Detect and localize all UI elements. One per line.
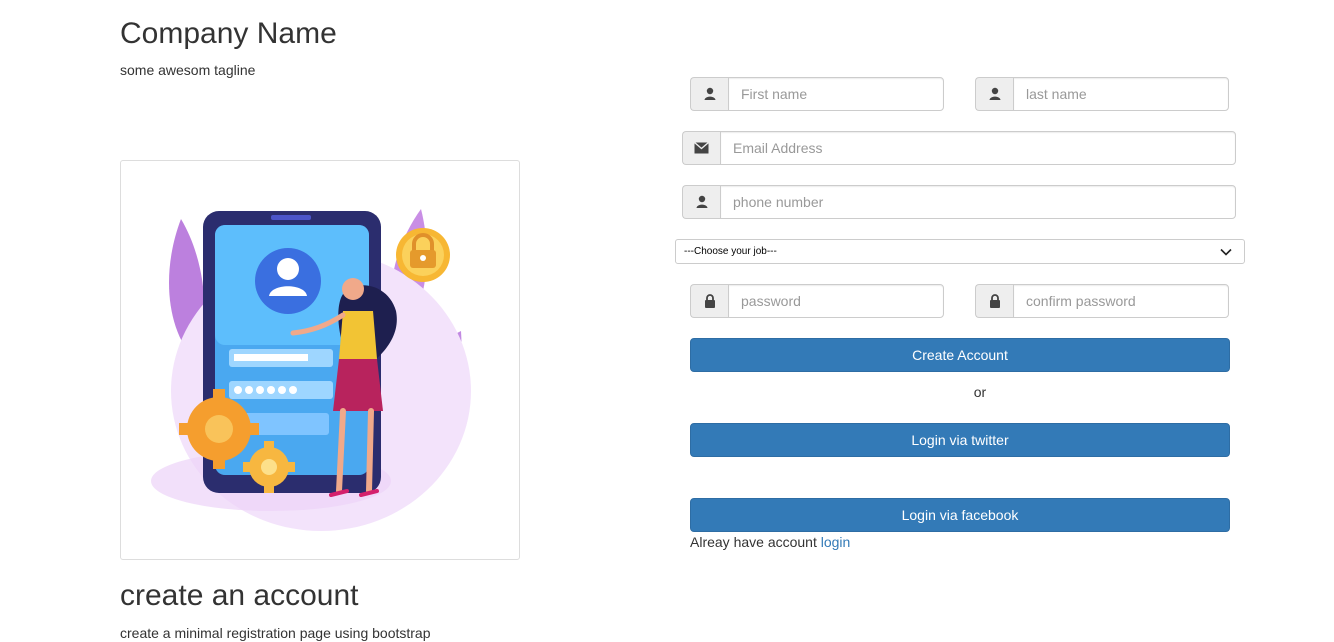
registration-illustration	[120, 160, 520, 560]
password-group	[690, 284, 944, 318]
lock-icon	[975, 284, 1013, 318]
email-input[interactable]	[720, 131, 1236, 165]
user-icon	[975, 77, 1013, 111]
confirm-password-group	[975, 284, 1229, 318]
user-icon	[682, 185, 720, 219]
create-account-description: create a minimal registration page using…	[120, 625, 431, 641]
or-separator: or	[973, 384, 987, 400]
job-select-value: ---Choose your job---	[684, 246, 777, 257]
lock-icon	[690, 284, 728, 318]
create-account-heading: create an account	[120, 579, 359, 612]
login-twitter-button[interactable]: Login via twitter	[690, 423, 1230, 457]
confirm-password-input[interactable]	[1013, 284, 1229, 318]
chevron-down-icon	[1220, 248, 1232, 256]
last-name-input[interactable]	[1013, 77, 1229, 111]
registration-illustration-graphic	[151, 209, 471, 531]
phone-input[interactable]	[720, 185, 1236, 219]
first-name-input[interactable]	[728, 77, 944, 111]
last-name-group	[975, 77, 1229, 111]
user-icon	[690, 77, 728, 111]
login-link[interactable]: login	[821, 534, 851, 550]
phone-group	[682, 185, 1236, 219]
first-name-group	[690, 77, 944, 111]
create-account-button[interactable]: Create Account	[690, 338, 1230, 372]
job-select[interactable]: ---Choose your job---	[675, 239, 1245, 264]
company-tagline: some awesom tagline	[120, 62, 256, 78]
login-prompt-text: Alreay have account	[690, 534, 817, 550]
email-group	[682, 131, 1236, 165]
password-input[interactable]	[728, 284, 944, 318]
login-prompt: Alreay have account login	[690, 533, 850, 551]
company-name: Company Name	[120, 17, 337, 50]
envelope-icon	[682, 131, 720, 165]
login-facebook-button[interactable]: Login via facebook	[690, 498, 1230, 532]
